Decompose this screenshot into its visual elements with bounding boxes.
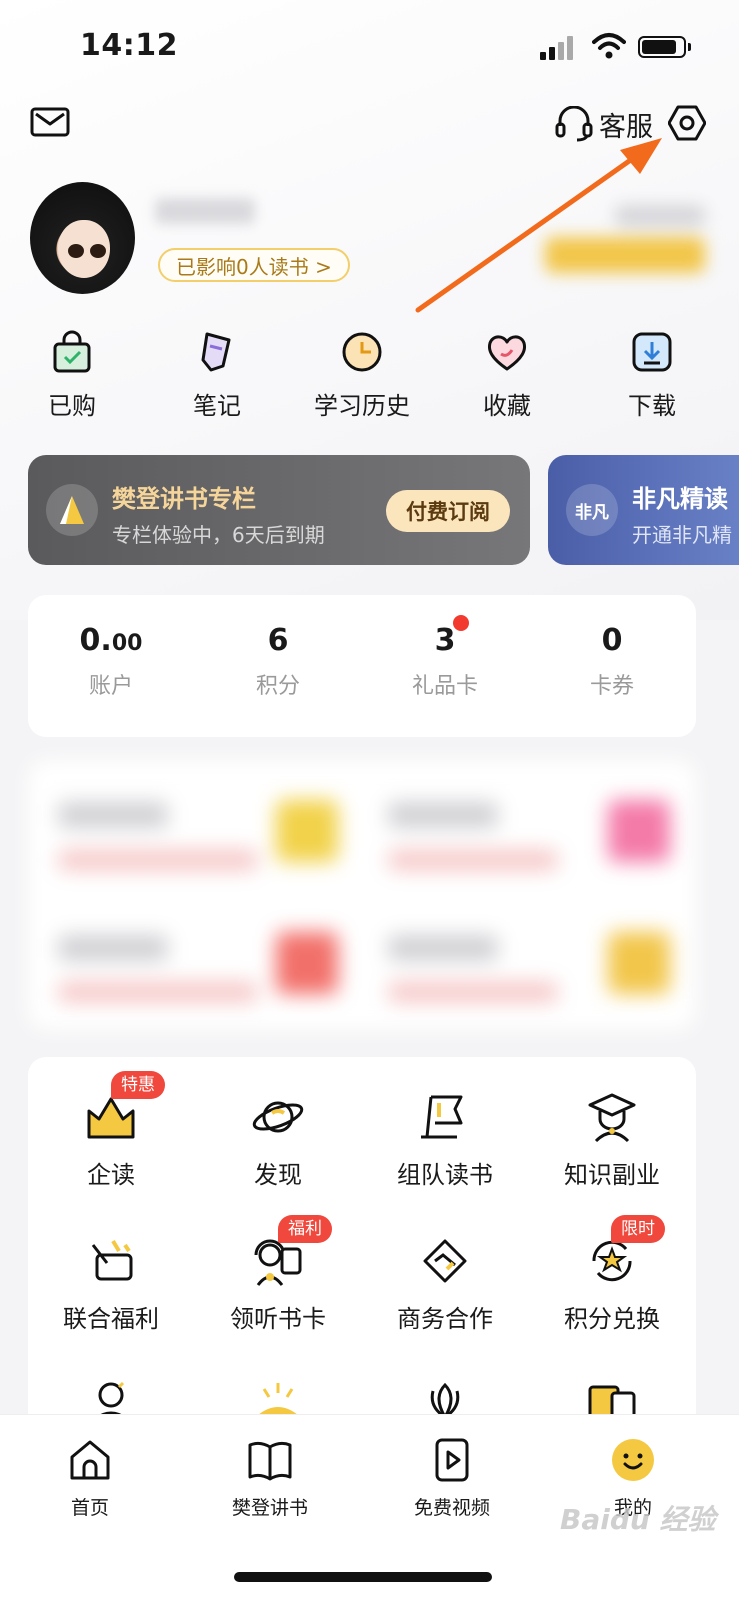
avatar[interactable] (30, 182, 135, 294)
lotus-icon[interactable] (417, 1379, 473, 1419)
message-envelope-icon[interactable] (30, 107, 70, 137)
stat-value-decimal: 00 (111, 631, 143, 656)
gift-card-icon (91, 1239, 133, 1281)
quick-action-favorites[interactable]: 收藏 (457, 330, 557, 421)
quick-action-label: 已购 (48, 392, 96, 420)
tab-label: 首页 (70, 1497, 109, 1519)
service-item[interactable]: 企读 (41, 1089, 181, 1190)
tab-label: 免费视频 (413, 1497, 490, 1519)
notification-dot (453, 615, 469, 631)
feifan-card[interactable]: 非凡 非凡精读 开通非凡精 (548, 455, 739, 565)
account-stats-panel: 0.00 账户 6 积分 3 礼品卡 0 卡券 (28, 595, 696, 737)
status-time: 14:12 (80, 28, 178, 63)
avatar-eye (90, 244, 106, 258)
service-label: 商务合作 (397, 1305, 493, 1333)
quick-action-label: 学习历史 (314, 392, 410, 420)
clock-icon (342, 332, 382, 372)
service-label: 发现 (254, 1161, 302, 1189)
quick-action-notes[interactable]: 笔记 (167, 330, 267, 421)
settings-gear-icon[interactable] (668, 104, 706, 142)
promo-card-subtitle: 专栏体验中，6天后到期 (112, 523, 325, 547)
handshake-icon (423, 1239, 467, 1283)
services-grid: 企读 特惠 发现 组队读书 知识副业 联合福利 领听书卡 福利 商务合作 积分兑… (28, 1057, 696, 1477)
stat-value: 0. (79, 623, 112, 658)
stat-label: 礼品卡 (411, 674, 478, 699)
promo-badge: 特惠 (111, 1071, 165, 1099)
stat-account[interactable]: 0.00 账户 (51, 623, 171, 700)
wifi-icon (592, 33, 626, 59)
shopping-bag-icon (53, 330, 91, 373)
stat-value: 3 (434, 623, 456, 658)
download-icon (632, 332, 672, 372)
battery-tip (688, 43, 691, 51)
document-card-icon[interactable] (584, 1379, 640, 1419)
quick-action-download[interactable]: 下载 (602, 330, 702, 421)
avatar-eye (68, 244, 84, 258)
tab-home[interactable]: 首页 (20, 1437, 160, 1520)
stat-label: 积分 (255, 674, 300, 699)
promo-card-title: 非凡精读 (632, 485, 728, 513)
graduation-cap-icon (588, 1093, 636, 1143)
service-item[interactable]: 联合福利 (41, 1233, 181, 1334)
sunrise-book-icon[interactable] (250, 1379, 306, 1419)
service-item[interactable]: 积分兑换 (542, 1233, 682, 1334)
service-label: 积分兑换 (564, 1305, 660, 1333)
service-item[interactable]: 知识副业 (542, 1089, 682, 1190)
tab-fandeng-books[interactable]: 樊登讲书 (200, 1437, 340, 1520)
service-label: 组队读书 (397, 1161, 493, 1189)
video-play-icon (435, 1438, 469, 1482)
stat-value: 0 (601, 623, 623, 658)
flag-icon (421, 1095, 463, 1139)
quick-action-label: 笔记 (193, 392, 241, 420)
stat-coupons[interactable]: 0 卡券 (552, 623, 672, 700)
stat-label: 卡券 (589, 674, 634, 699)
quick-action-label: 收藏 (483, 392, 531, 420)
service-item[interactable]: 发现 (208, 1089, 348, 1190)
home-indicator[interactable] (234, 1572, 492, 1582)
smiley-face-icon (612, 1439, 654, 1481)
book-icon (248, 1441, 292, 1481)
cellular-signal-icon (540, 36, 574, 60)
stat-value: 6 (267, 623, 289, 658)
planet-icon (252, 1101, 304, 1133)
influence-pill[interactable]: 已影响0人读书 > (158, 248, 350, 282)
baidu-watermark: Baidu 经验 (560, 1503, 716, 1536)
service-item[interactable]: 领听书卡 (208, 1233, 348, 1334)
username-blurred (155, 198, 255, 224)
tab-free-video[interactable]: 免费视频 (382, 1437, 522, 1520)
quick-action-label: 下载 (628, 392, 676, 420)
note-pen-icon (201, 332, 231, 372)
stat-points[interactable]: 6 积分 (218, 623, 338, 700)
column-logo-icon (46, 484, 98, 536)
service-label: 领听书卡 (230, 1305, 326, 1333)
vip-badge-blurred[interactable] (545, 205, 715, 275)
person-icon[interactable] (83, 1379, 139, 1419)
blurred-promotions[interactable] (28, 760, 696, 1030)
stat-gift-card[interactable]: 3 礼品卡 (385, 615, 505, 700)
home-icon (70, 1440, 110, 1480)
promo-card-subtitle: 开通非凡精 (632, 523, 732, 547)
stat-label: 账户 (88, 674, 133, 699)
service-label: 联合福利 (63, 1305, 159, 1333)
service-item[interactable]: 组队读书 (375, 1089, 515, 1190)
promo-badge: 福利 (278, 1215, 332, 1243)
quick-action-purchased[interactable]: 已购 (22, 330, 122, 421)
battery-icon (638, 36, 686, 58)
promo-badge: 限时 (611, 1215, 665, 1243)
service-label: 知识副业 (564, 1161, 660, 1189)
tab-label: 樊登讲书 (231, 1497, 308, 1519)
feifan-logo-icon: 非凡 (566, 484, 618, 536)
promo-card-title: 樊登讲书专栏 (112, 485, 256, 513)
quick-action-history[interactable]: 学习历史 (312, 330, 412, 421)
service-label: 企读 (87, 1161, 135, 1189)
service-item[interactable]: 商务合作 (375, 1233, 515, 1334)
heart-icon (488, 335, 526, 371)
subscribe-button[interactable]: 付费订阅 (386, 490, 510, 532)
